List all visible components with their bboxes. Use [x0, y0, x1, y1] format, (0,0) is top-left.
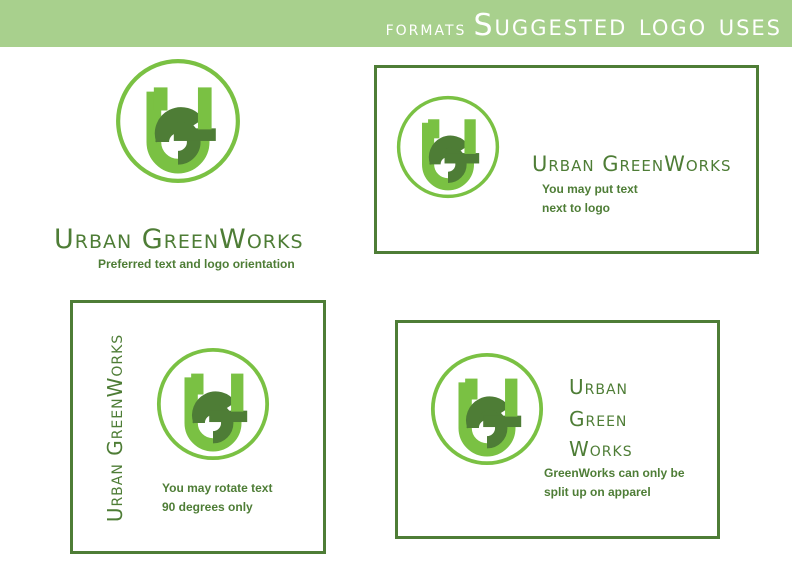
box-side-by-side: Urban GreenWorks You may put text next t…	[374, 65, 759, 254]
urban-greenworks-logo-primary	[115, 58, 241, 184]
header-main-title: Suggested logo uses	[473, 8, 782, 43]
urban-greenworks-logo-rotated	[156, 347, 270, 461]
note-rotate-line2: 90 degrees only	[162, 500, 253, 514]
header-banner: formats Suggested logo uses	[0, 0, 792, 47]
brand-name-rotated: Urban GreenWorks	[103, 333, 128, 523]
urban-greenworks-logo-side	[396, 95, 500, 199]
header-title: formats Suggested logo uses	[386, 8, 782, 43]
brand-split-works: Works	[569, 437, 633, 461]
note-rotate-line1: You may rotate text	[162, 481, 273, 495]
box-rotated: Urban GreenWorks You may rotate text 90 …	[70, 300, 326, 554]
note-split-line1: GreenWorks can only be	[544, 466, 685, 480]
brand-split-urban: Urban	[569, 375, 629, 399]
brand-name-primary: Urban GreenWorks	[54, 224, 304, 255]
header-prefix: formats	[385, 16, 467, 40]
note-side-line2: next to logo	[542, 201, 610, 215]
note-primary: Preferred text and logo orientation	[98, 257, 295, 271]
note-side-line1: You may put text	[542, 182, 638, 196]
urban-greenworks-logo-split	[430, 352, 544, 466]
brand-split-green: Green	[569, 407, 628, 431]
brand-name-side: Urban GreenWorks	[532, 152, 732, 176]
note-split-line2: split up on apparel	[544, 485, 651, 499]
box-split: Urban Green Works GreenWorks can only be…	[395, 320, 720, 539]
